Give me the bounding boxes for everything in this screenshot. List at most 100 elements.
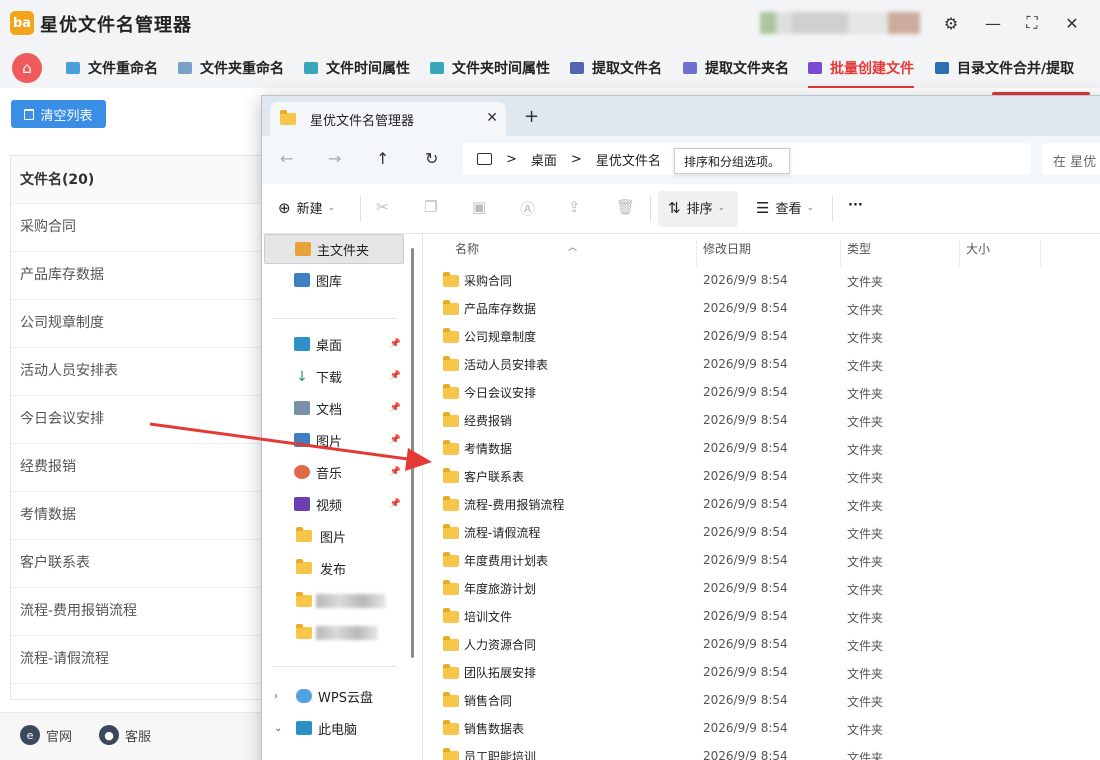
table-row[interactable]: 客户联系表 2026/9/9 8:54 文件夹 (423, 462, 1100, 490)
list-item[interactable]: 流程-请假流程 (11, 636, 261, 684)
nav-hidden-folder-1[interactable] (262, 587, 407, 615)
up-arrow-icon[interactable]: ↑ (376, 149, 389, 168)
user-account-area[interactable] (760, 12, 920, 34)
table-row[interactable]: 流程-请假流程 2026/9/9 8:54 文件夹 (423, 518, 1100, 546)
column-modified[interactable]: 修改日期 (703, 240, 751, 257)
nav-videos[interactable]: 视频 📌 (262, 490, 407, 518)
table-row[interactable]: 年度费用计划表 2026/9/9 8:54 文件夹 (423, 546, 1100, 574)
file-explorer-window: 星优文件名管理器 ✕ + ← → ↑ ↻ > 桌面 > 星优文件名 在 星优 ⊕… (261, 95, 1100, 760)
nav-desktop[interactable]: 桌面 📌 (262, 330, 407, 358)
settings-icon[interactable]: ⚙ (940, 12, 962, 34)
list-item[interactable]: 经费报销 (11, 444, 261, 492)
list-item[interactable]: 客户联系表 (11, 540, 261, 588)
list-item[interactable]: 采购合同 (11, 204, 261, 252)
table-row[interactable]: 产品库存数据 2026/9/9 8:54 文件夹 (423, 294, 1100, 322)
table-row[interactable]: 培训文件 2026/9/9 8:54 文件夹 (423, 602, 1100, 630)
tab-0[interactable]: 文件重命名 (66, 56, 158, 80)
column-type[interactable]: 类型 (847, 240, 871, 257)
forward-arrow-icon[interactable]: → (328, 149, 341, 168)
nav-this-pc[interactable]: ⌄ 此电脑 (262, 714, 407, 742)
refresh-icon[interactable]: ↻ (425, 149, 438, 168)
share-icon[interactable]: ⇪ (568, 198, 587, 216)
nav-pictures-pinned[interactable]: 图片 📌 (262, 426, 407, 454)
trash-icon (24, 108, 35, 120)
more-options-button[interactable]: ··· (848, 198, 863, 213)
list-item[interactable]: 产品库存数据 (11, 252, 261, 300)
table-row[interactable]: 经费报销 2026/9/9 8:54 文件夹 (423, 406, 1100, 434)
minimize-button[interactable]: — (982, 12, 1004, 34)
list-item[interactable]: 公司规章制度 (11, 300, 261, 348)
row-name: 年度旅游计划 (443, 579, 536, 597)
list-item[interactable]: 今日会议安排 (11, 396, 261, 444)
column-size[interactable]: 大小 (966, 240, 990, 257)
table-row[interactable]: 员工职能培训 2026/9/9 8:54 文件夹 (423, 742, 1100, 760)
maximize-button[interactable]: ⛶ (1021, 12, 1043, 34)
row-name-label: 流程-请假流程 (464, 526, 541, 540)
list-item[interactable]: 流程-费用报销流程 (11, 588, 261, 636)
table-row[interactable]: 人力资源合同 2026/9/9 8:54 文件夹 (423, 630, 1100, 658)
row-type: 文件夹 (847, 555, 884, 569)
home-button[interactable]: ⌂ (12, 53, 42, 83)
back-arrow-icon[interactable]: ← (280, 149, 293, 168)
new-button[interactable]: ⊕ 新建 ⌄ (278, 198, 335, 218)
website-label: 官网 (46, 729, 73, 745)
table-row[interactable]: 活动人员安排表 2026/9/9 8:54 文件夹 (423, 350, 1100, 378)
column-name[interactable]: 名称 (455, 240, 479, 257)
folder-icon (296, 592, 312, 607)
tab-5[interactable]: 提取文件夹名 (683, 56, 789, 80)
nav-pictures[interactable]: 图片 (262, 522, 407, 550)
nav-documents-label: 文档 (316, 402, 343, 418)
table-row[interactable]: 年度旅游计划 2026/9/9 8:54 文件夹 (423, 574, 1100, 602)
row-type: 文件夹 (847, 387, 884, 401)
search-input[interactable]: 在 星优 (1042, 143, 1100, 175)
close-button[interactable]: ✕ (1061, 12, 1083, 34)
chevron-down-icon: ⌄ (806, 202, 815, 213)
view-button[interactable]: ☰ 查看 ⌄ (756, 198, 815, 218)
nav-scrollbar[interactable] (411, 248, 414, 658)
tab-4[interactable]: 提取文件名 (570, 56, 662, 80)
explorer-tab[interactable]: 星优文件名管理器 ✕ (270, 102, 506, 136)
breadcrumb-folder[interactable]: 星优文件名 (596, 150, 661, 169)
file-list: 文件名(20) 采购合同 产品库存数据 公司规章制度 活动人员安排表 今日会议安排 经费报… (10, 155, 262, 700)
nav-downloads[interactable]: ↓ 下载 📌 (262, 362, 407, 390)
row-name: 年度费用计划表 (443, 551, 548, 569)
tab-1[interactable]: 文件夹重命名 (178, 56, 284, 80)
tab-7[interactable]: 目录文件合并/提取 (935, 56, 1074, 80)
nav-publish[interactable]: 发布 (262, 554, 407, 582)
new-tab-button[interactable]: + (524, 106, 539, 127)
list-item[interactable]: 考情数据 (11, 492, 261, 540)
nav-wps[interactable]: › WPS云盘 (262, 682, 407, 710)
tab-2[interactable]: 文件时间属性 (304, 56, 410, 80)
table-row[interactable]: 流程-费用报销流程 2026/9/9 8:54 文件夹 (423, 490, 1100, 518)
support-link[interactable]: ● 客服 (99, 725, 151, 745)
new-label: 新建 (296, 202, 323, 217)
delete-icon[interactable]: 🗑 (616, 198, 641, 216)
tab-6[interactable]: 批量创建文件 (808, 56, 914, 88)
table-row[interactable]: 团队拓展安排 2026/9/9 8:54 文件夹 (423, 658, 1100, 686)
row-type: 文件夹 (847, 611, 884, 625)
cut-icon[interactable]: ✂ (376, 198, 395, 216)
tab-3[interactable]: 文件夹时间属性 (430, 56, 550, 80)
nav-hidden-folder-2[interactable] (262, 619, 407, 647)
nav-home[interactable]: 主文件夹 (264, 234, 404, 264)
close-tab-icon[interactable]: ✕ (486, 110, 498, 126)
table-row[interactable]: 考情数据 2026/9/9 8:54 文件夹 (423, 434, 1100, 462)
breadcrumb-desktop[interactable]: 桌面 (531, 150, 557, 169)
nav-music[interactable]: 音乐 📌 (262, 458, 407, 486)
table-row[interactable]: 采购合同 2026/9/9 8:54 文件夹 (423, 266, 1100, 294)
nav-documents[interactable]: 文档 📌 (262, 394, 407, 422)
picture-icon (294, 433, 310, 447)
command-bar: ⊕ 新建 ⌄ ✂ ❐ ▣ Ⓐ ⇪ 🗑 ⇅ 排序 ⌄ ☰ 查看 ⌄ ··· (262, 184, 1100, 234)
table-row[interactable]: 销售数据表 2026/9/9 8:54 文件夹 (423, 714, 1100, 742)
nav-gallery[interactable]: 图库 (262, 266, 407, 294)
copy-icon[interactable]: ❐ (424, 198, 443, 216)
website-link[interactable]: e 官网 (20, 725, 72, 745)
table-row[interactable]: 公司规章制度 2026/9/9 8:54 文件夹 (423, 322, 1100, 350)
table-row[interactable]: 销售合同 2026/9/9 8:54 文件夹 (423, 686, 1100, 714)
rename-icon[interactable]: Ⓐ (520, 198, 541, 219)
paste-icon[interactable]: ▣ (472, 198, 492, 216)
table-row[interactable]: 今日会议安排 2026/9/9 8:54 文件夹 (423, 378, 1100, 406)
clear-list-button[interactable]: 清空列表 (11, 100, 106, 128)
list-item[interactable]: 活动人员安排表 (11, 348, 261, 396)
sort-button[interactable]: ⇅ 排序 ⌄ (668, 198, 725, 218)
